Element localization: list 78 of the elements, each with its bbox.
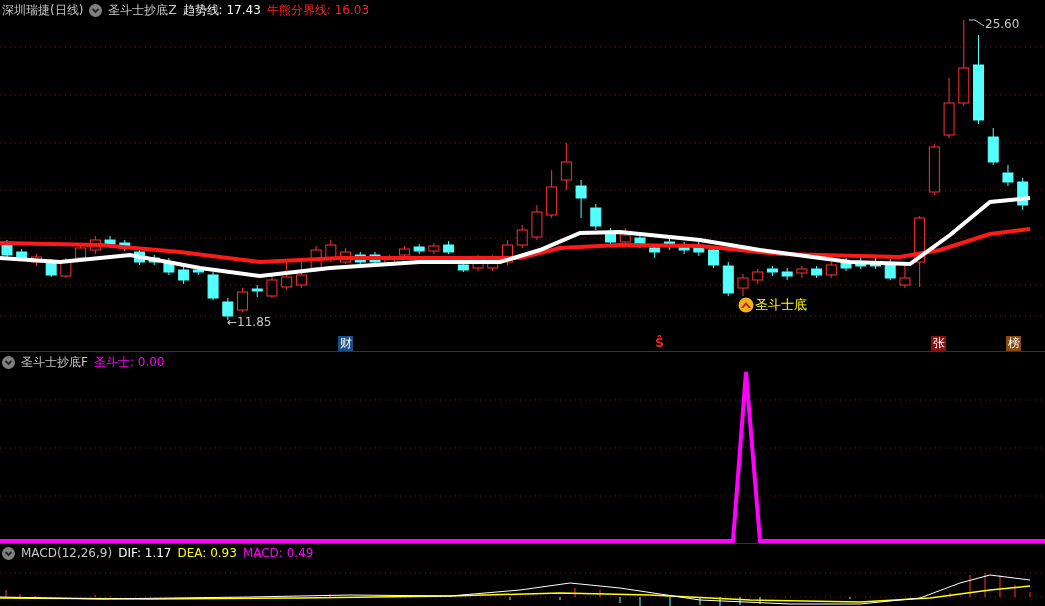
candlestick [60, 257, 72, 279]
candlestick [560, 142, 572, 191]
legend-value: 趋势线: 17.43 [182, 2, 261, 19]
candlestick [840, 257, 852, 272]
candlestick [354, 251, 366, 266]
candlestick [295, 261, 307, 289]
leader-line [968, 19, 985, 27]
candlestick [281, 261, 293, 291]
candlestick [884, 258, 896, 281]
candlestick [722, 261, 734, 297]
candlestick [1002, 164, 1014, 187]
low-price-label: ←11.85 [227, 315, 272, 329]
candlestick [502, 239, 513, 266]
candlestick [516, 224, 528, 249]
candlestick [766, 265, 778, 277]
candlestick [340, 247, 352, 265]
candlestick [663, 237, 675, 251]
dropdown-icon[interactable] [89, 4, 103, 17]
candlestick [134, 248, 145, 266]
candlestick [266, 275, 278, 299]
signal-icon [738, 297, 754, 313]
candlestick [678, 241, 690, 255]
event-tag[interactable]: 财 [338, 336, 353, 351]
candlestick [1017, 177, 1029, 211]
indicator-name: 圣斗士抄底F [21, 354, 88, 371]
candlestick [325, 239, 337, 263]
legend-value: 牛熊分界线: 16.03 [266, 2, 370, 19]
candlestick [943, 77, 955, 139]
candlestick [575, 179, 587, 219]
candlestick [457, 261, 469, 273]
indicator-name: MACD(12,26,9) [21, 546, 113, 560]
candlestick [163, 257, 175, 276]
candlestick [870, 257, 881, 270]
candlestick [796, 265, 808, 279]
candlestick [487, 254, 499, 272]
candlestick [546, 169, 558, 219]
candlestick [30, 253, 42, 267]
dropdown-icon[interactable] [2, 546, 15, 560]
candlestick [928, 143, 940, 196]
candlestick [987, 127, 999, 166]
candlestick [825, 261, 837, 279]
legend-value: DEA: 0.93 [177, 546, 237, 560]
event-tag[interactable]: 榜 [1006, 336, 1021, 351]
candlestick [605, 227, 616, 246]
candlestick [737, 273, 749, 297]
dropdown-icon[interactable] [2, 356, 15, 369]
legend-value: MACD: 0.49 [242, 546, 314, 560]
candlestick [531, 204, 543, 241]
candlestick [781, 267, 793, 281]
event-tag[interactable]: Ŝ [652, 336, 667, 351]
candlestick [237, 287, 248, 313]
candlestick [428, 242, 440, 255]
candlestick [619, 227, 631, 246]
candlestick [1, 239, 13, 259]
candlestick [178, 265, 190, 285]
candlestick [472, 254, 484, 272]
candlestick [590, 203, 602, 231]
indicator-name: 圣斗士抄底Z [108, 2, 177, 19]
event-tag[interactable]: 张 [931, 336, 946, 351]
signal-label: 圣斗士底 [755, 296, 807, 314]
candlestick [752, 268, 764, 285]
candlestick [443, 240, 455, 255]
candlestick [207, 271, 219, 301]
candlestick [413, 243, 425, 255]
high-price-label: 25.60 [985, 17, 1020, 31]
candlestick [693, 241, 705, 257]
legend-value: DIF: 1.17 [118, 546, 172, 560]
candlestick [855, 257, 867, 270]
candlestick [398, 245, 410, 259]
candlestick [634, 233, 646, 249]
candlestick [119, 239, 131, 252]
stock-name: 深圳瑞捷(日线) [2, 2, 84, 19]
legend-value: 圣斗士: 0.00 [93, 354, 165, 371]
candlestick [89, 235, 101, 255]
candlestick [104, 235, 116, 247]
candlestick [148, 254, 160, 266]
candlestick [251, 284, 263, 298]
candlestick [811, 265, 823, 279]
